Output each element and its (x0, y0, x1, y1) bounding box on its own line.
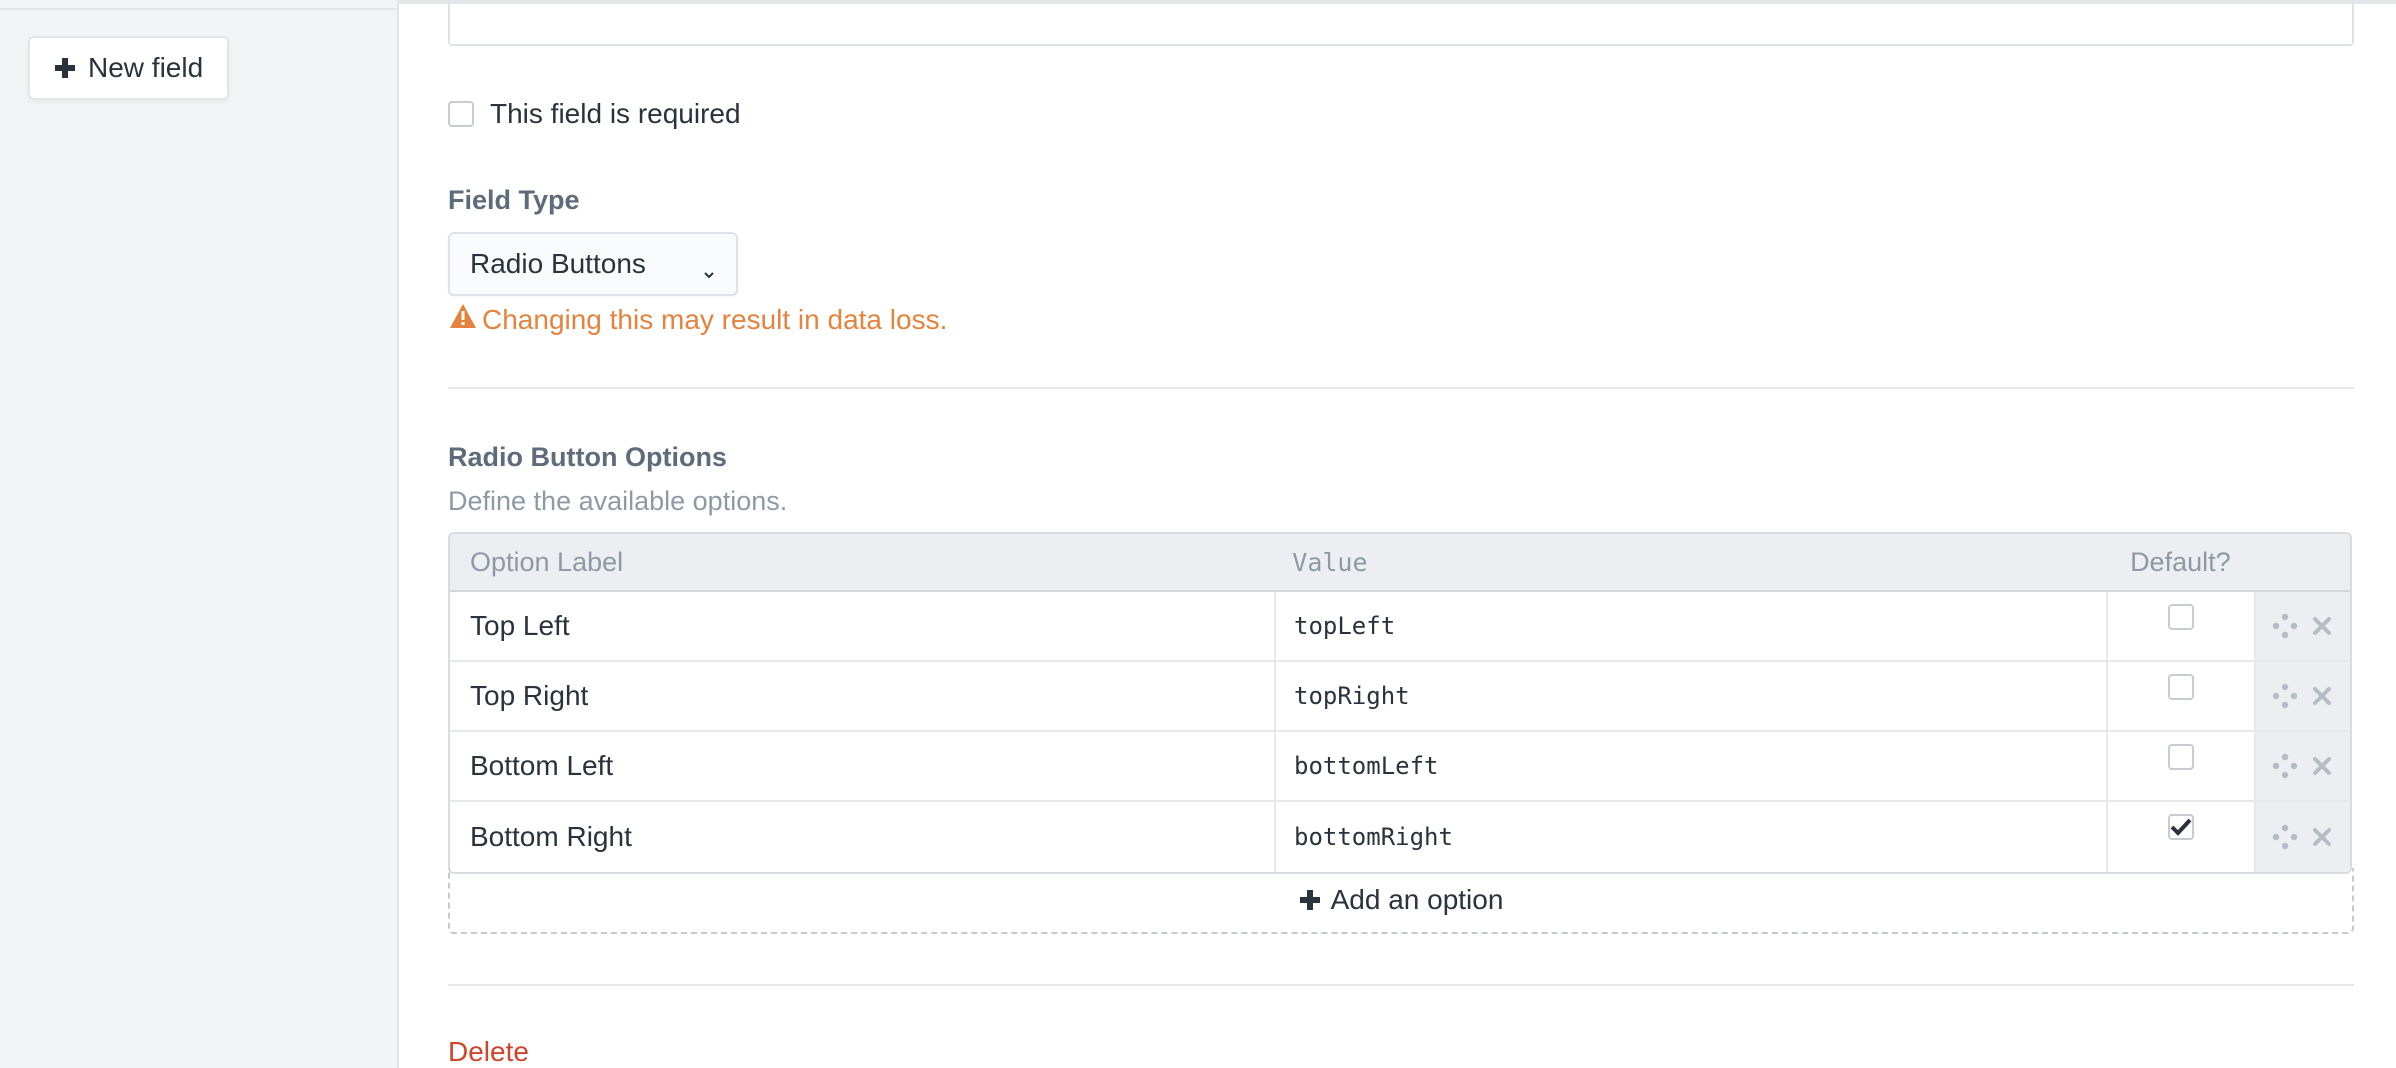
table-row: Top Right topRight (450, 662, 2350, 732)
section-divider (448, 387, 2354, 389)
option-value-cell[interactable]: topRight (1276, 662, 2108, 730)
delete-row-icon[interactable] (2309, 683, 2335, 709)
plus-icon (1299, 889, 1321, 911)
new-field-label: New field (88, 52, 204, 83)
data-loss-warning: Changing this may result in data loss. (448, 302, 947, 337)
column-header-label: Option Label (470, 546, 624, 577)
required-label: This field is required (490, 98, 741, 129)
required-checkbox-row[interactable]: This field is required (448, 98, 741, 130)
chevron-down-icon (702, 257, 716, 279)
option-label-cell[interactable]: Top Left (450, 592, 1276, 660)
section-divider (448, 984, 2354, 986)
warning-icon (448, 302, 478, 337)
default-checkbox[interactable] (2168, 744, 2194, 770)
new-field-button[interactable]: New field (28, 36, 230, 100)
option-default-cell (2108, 592, 2256, 660)
option-label-cell[interactable]: Bottom Right (450, 802, 1276, 872)
default-checkbox-checked[interactable] (2168, 814, 2194, 840)
option-default-cell (2108, 662, 2256, 730)
options-table-header: Option Label Value Default? (450, 534, 2350, 592)
field-type-select[interactable]: Radio Buttons (448, 232, 738, 296)
checkmark-icon (2170, 818, 2192, 836)
required-checkbox[interactable] (448, 101, 474, 127)
delete-row-icon[interactable] (2309, 824, 2335, 850)
table-row: Top Left topLeft (450, 592, 2350, 662)
plus-icon (54, 57, 76, 79)
option-value-cell[interactable]: bottomRight (1276, 802, 2108, 872)
add-option-button[interactable]: Add an option (448, 868, 2354, 934)
sidebar: New field (0, 0, 399, 1068)
table-row: Bottom Left bottomLeft (450, 732, 2350, 802)
default-checkbox[interactable] (2168, 604, 2194, 630)
options-table: Option Label Value Default? Top Left top… (448, 532, 2352, 874)
option-value-cell[interactable]: bottomLeft (1276, 732, 2108, 800)
option-label-cell[interactable]: Top Right (450, 662, 1276, 730)
row-actions (2256, 732, 2350, 800)
option-default-cell (2108, 802, 2256, 872)
row-actions (2256, 592, 2350, 660)
move-icon[interactable] (2272, 613, 2298, 639)
options-heading: Radio Button Options (448, 442, 727, 472)
delete-row-icon[interactable] (2309, 753, 2335, 779)
column-header-value: Value (1292, 547, 1368, 577)
field-type-value: Radio Buttons (470, 248, 646, 279)
move-icon[interactable] (2272, 683, 2298, 709)
field-type-heading: Field Type (448, 185, 580, 215)
delete-field-link[interactable]: Delete (448, 1036, 529, 1068)
row-actions (2256, 662, 2350, 730)
delete-row-icon[interactable] (2309, 613, 2335, 639)
column-header-default: Default? (2130, 546, 2231, 577)
option-value-cell[interactable]: topLeft (1276, 592, 2108, 660)
default-checkbox[interactable] (2168, 674, 2194, 700)
instructions-textarea[interactable] (448, 0, 2354, 46)
option-label-cell[interactable]: Bottom Left (450, 732, 1276, 800)
move-icon[interactable] (2272, 824, 2298, 850)
add-option-label: Add an option (1330, 884, 1504, 915)
row-actions (2256, 802, 2350, 872)
options-description: Define the available options. (448, 486, 788, 516)
move-icon[interactable] (2272, 753, 2298, 779)
warning-text: Changing this may result in data loss. (482, 303, 948, 335)
table-row: Bottom Right bottomRight (450, 802, 2350, 872)
option-default-cell (2108, 732, 2256, 800)
